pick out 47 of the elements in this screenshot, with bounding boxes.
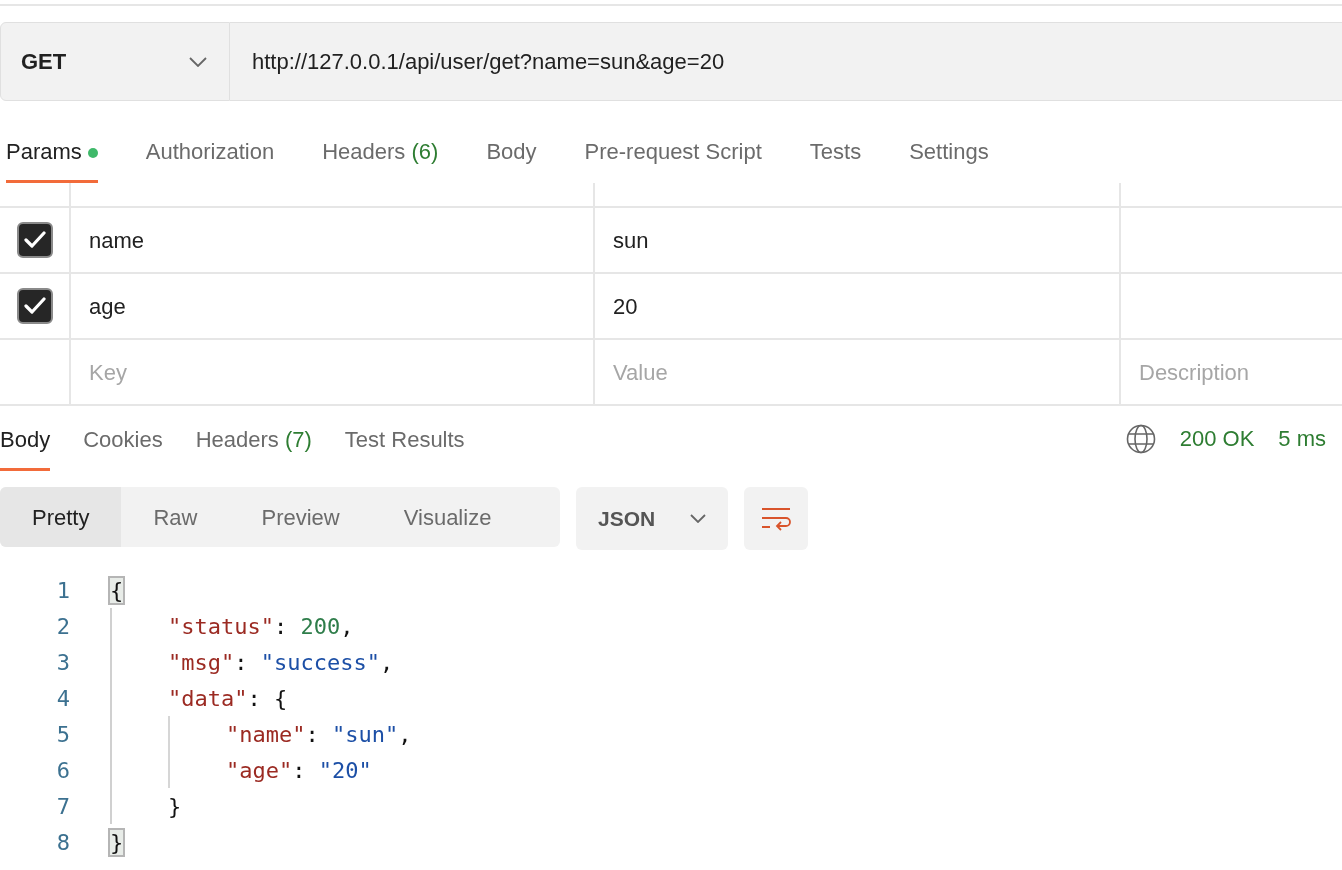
view-mode-tab[interactable]: Preview [229, 487, 372, 547]
line-number: 5 [55, 720, 70, 749]
request-tab[interactable]: Headers (6) [322, 135, 439, 183]
line-number: 3 [55, 648, 70, 677]
globe-icon[interactable] [1125, 423, 1156, 454]
code-line: "status": 200, [168, 612, 354, 641]
view-mode-tab[interactable]: Pretty [0, 487, 122, 547]
code-line: "age": "20" [226, 756, 372, 785]
request-tab[interactable]: Settings [909, 135, 989, 183]
request-tab[interactable]: Body [486, 135, 537, 183]
response-time: 5 ms [1278, 425, 1326, 453]
chevron-down-icon [189, 56, 207, 67]
view-mode-tab[interactable]: Raw [121, 487, 230, 547]
line-number: 2 [55, 612, 70, 641]
response-tab[interactable]: Body [0, 423, 51, 471]
line-number: 6 [55, 756, 70, 785]
param-value: 20 [613, 292, 638, 321]
checkbox[interactable] [16, 222, 53, 258]
checkbox[interactable] [16, 288, 53, 324]
request-tab[interactable]: Pre-request Script [584, 135, 762, 183]
url-field[interactable]: http://127.0.0.1/api/user/get?name=sun&age=20 [230, 22, 1342, 101]
code-line: } [168, 792, 182, 821]
request-tab[interactable]: Tests [809, 135, 862, 183]
line-number: 7 [55, 792, 70, 821]
response-tab[interactable]: Test Results [344, 423, 465, 471]
view-mode-tab[interactable]: Visualize [371, 487, 524, 547]
wrap-lines-button[interactable] [744, 487, 808, 550]
code-line: "name": "sun", [226, 720, 412, 749]
chevron-down-icon [690, 514, 706, 523]
code-line: "msg": "success", [168, 648, 394, 677]
param-value: sun [613, 226, 649, 255]
param-key: age [89, 289, 126, 323]
request-tab[interactable]: Params [6, 135, 98, 183]
line-number: 1 [55, 576, 70, 605]
checkmark-icon [23, 297, 46, 315]
method-dropdown[interactable]: GET [0, 22, 230, 101]
line-number: 4 [55, 684, 70, 713]
checkmark-icon [23, 231, 46, 249]
code-line: "data": { [168, 684, 288, 713]
wrap-lines-icon [761, 506, 791, 531]
response-tab[interactable]: Headers (7) [195, 423, 312, 471]
response-tab[interactable]: Cookies [83, 423, 163, 471]
request-tab[interactable]: Authorization [145, 135, 275, 183]
status-code: 200 OK [1179, 425, 1255, 453]
line-number: 8 [55, 828, 70, 857]
param-key: name [89, 223, 145, 257]
format-dropdown[interactable]: JSON [576, 487, 728, 550]
